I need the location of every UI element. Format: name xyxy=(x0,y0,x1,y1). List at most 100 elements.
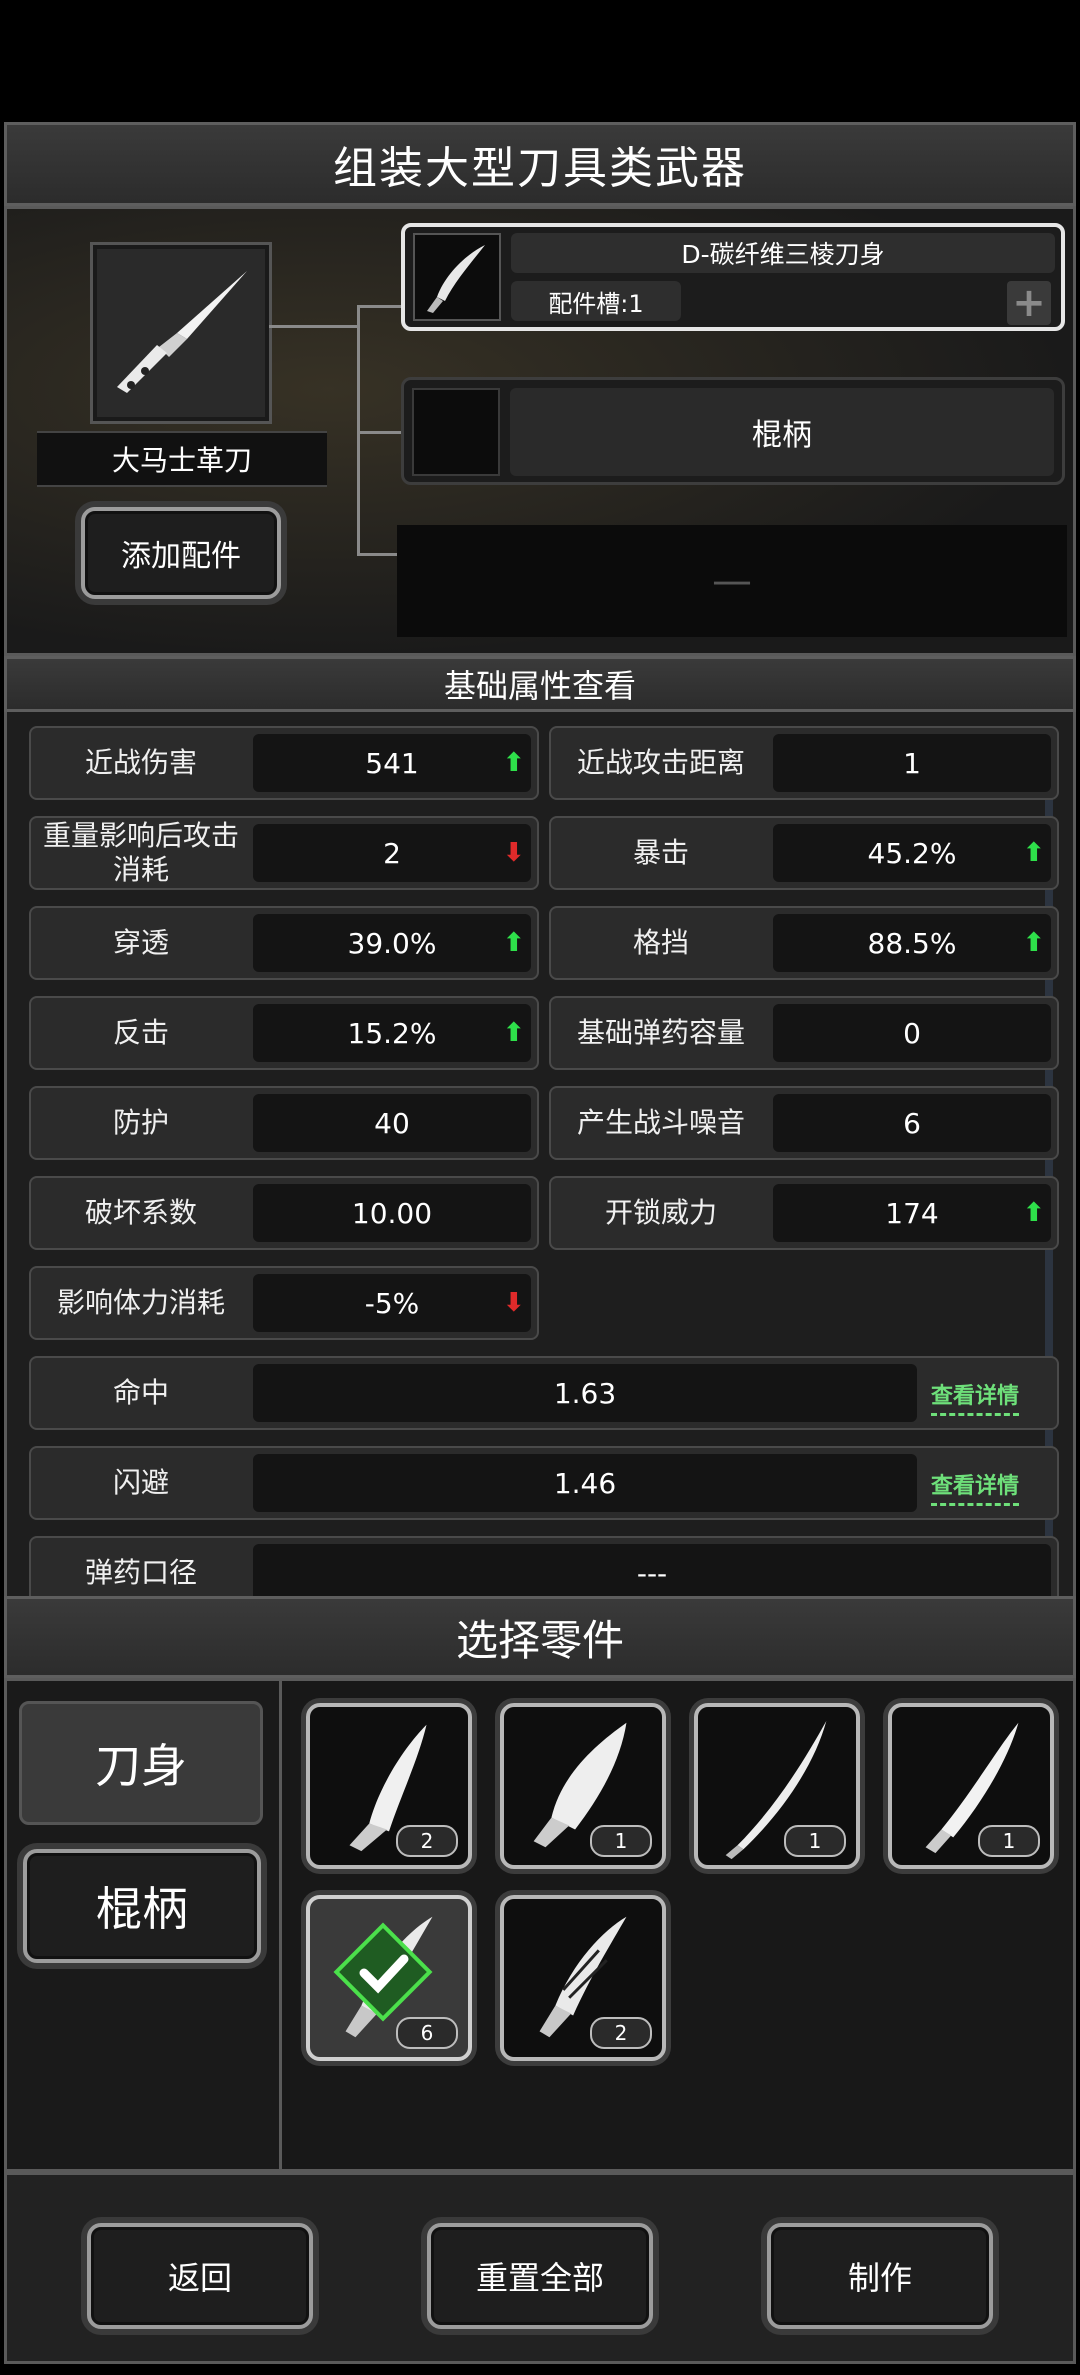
arrow-up-icon: ⬆ xyxy=(503,1018,525,1048)
wide-stat-row: 命中 1.63 查看详情 xyxy=(29,1356,1059,1430)
stat-label: 闪避 xyxy=(112,1466,169,1499)
craft-button[interactable]: 制作 xyxy=(767,2223,993,2329)
stat-value: 15.2% xyxy=(347,1016,437,1050)
weapon-portrait xyxy=(93,245,269,421)
stat-value-box: 45.2% xyxy=(773,824,1051,882)
stat-label: 重量影响后攻击消耗 xyxy=(42,819,239,886)
arrow-up-icon: ⬆ xyxy=(1023,1198,1045,1228)
wide-stat-row: 闪避 1.46 查看详情 xyxy=(29,1446,1059,1520)
feather-blade-icon xyxy=(427,245,485,313)
footer-bar: 返回 重置全部 制作 xyxy=(4,2172,1076,2364)
part-count-badge: 2 xyxy=(590,2017,652,2049)
plus-icon: + xyxy=(1012,280,1046,326)
stat-value: 1.46 xyxy=(553,1466,617,1500)
stat-row: 影响体力消耗 -5% ⬇ xyxy=(29,1266,539,1340)
stat-value-box: 1.63 xyxy=(253,1364,917,1422)
stat-value-box: -5% xyxy=(253,1274,531,1332)
stat-value: 541 xyxy=(365,746,419,780)
category-label: 棍柄 xyxy=(96,1882,188,1936)
stat-value: 39.0% xyxy=(347,926,437,960)
arrow-up-icon: ⬆ xyxy=(503,748,525,778)
select-parts-title: 选择零件 xyxy=(455,1615,624,1665)
part-slot-handle[interactable]: 棍柄 xyxy=(401,377,1065,485)
stat-value: 10.00 xyxy=(351,1196,433,1230)
add-parts-button[interactable]: 添加配件 xyxy=(81,507,281,599)
selected-check-icon xyxy=(333,1922,433,2022)
stat-value: 40 xyxy=(374,1106,410,1140)
part-option[interactable]: 1 xyxy=(888,1703,1054,1869)
stat-label: 防护 xyxy=(112,1106,169,1139)
back-label: 返回 xyxy=(167,2259,232,2297)
stat-row: 格挡 88.5% ⬆ xyxy=(549,906,1059,980)
stat-row: 近战攻击距离 1 xyxy=(549,726,1059,800)
stat-label: 开锁威力 xyxy=(604,1196,717,1229)
stats-header: 基础属性查看 xyxy=(4,656,1076,712)
connector-line xyxy=(357,431,401,434)
part-count-badge: 1 xyxy=(784,1825,846,1857)
stat-label: 反击 xyxy=(112,1016,169,1049)
stat-label: 弹药口径 xyxy=(84,1556,197,1589)
page-title-bar: 组装大型刀具类武器 xyxy=(4,122,1076,206)
slot-name-box: 棍柄 xyxy=(510,388,1054,476)
parts-grid: 2 1 1 1 6 2 xyxy=(282,1678,1076,2172)
part-slot-blade[interactable]: D-碳纤维三棱刀身 配件槽:1 + xyxy=(401,223,1065,331)
stat-label: 命中 xyxy=(112,1376,169,1409)
stat-row: 防护 40 xyxy=(29,1086,539,1160)
status-bar xyxy=(0,0,1080,122)
stat-value: 0 xyxy=(903,1016,921,1050)
add-accessory-button[interactable]: + xyxy=(1007,281,1051,325)
stat-row: 反击 15.2% ⬆ xyxy=(29,996,539,1070)
stat-value-box: 1 xyxy=(773,734,1051,792)
wide-stat-row: 弹药口径 --- xyxy=(29,1536,1059,1596)
reset-all-button[interactable]: 重置全部 xyxy=(427,2223,653,2329)
add-parts-label: 添加配件 xyxy=(121,539,241,574)
stats-title: 基础属性查看 xyxy=(443,667,636,705)
assembly-area: 大马士革刀 添加配件 D-碳纤维三棱刀身 配件槽:1 + 棍柄 — xyxy=(4,206,1076,656)
slot-info-box: 配件槽:1 xyxy=(511,281,681,321)
slot-thumbnail-empty xyxy=(412,388,500,476)
arrow-down-icon: ⬇ xyxy=(503,1288,525,1318)
category-panel: 刀身 棍柄 xyxy=(4,1678,282,2172)
stat-value: 174 xyxy=(885,1196,939,1230)
category-tab-blade[interactable]: 刀身 xyxy=(19,1701,263,1825)
part-count-badge: 2 xyxy=(396,1825,458,1857)
stat-label: 近战攻击距离 xyxy=(576,746,745,779)
part-option[interactable]: 2 xyxy=(306,1703,472,1869)
stat-row: 穿透 39.0% ⬆ xyxy=(29,906,539,980)
reset-label: 重置全部 xyxy=(475,2259,604,2297)
stat-value: 45.2% xyxy=(867,836,957,870)
slot-name: 棍柄 xyxy=(752,418,812,453)
stat-label: 暴击 xyxy=(632,836,689,869)
craft-label: 制作 xyxy=(847,2259,912,2297)
connector-line xyxy=(269,325,359,328)
stat-row: 重量影响后攻击消耗 2 ⬇ xyxy=(29,816,539,890)
category-tab-handle[interactable]: 棍柄 xyxy=(23,1849,261,1963)
part-count-badge: 1 xyxy=(978,1825,1040,1857)
stat-value: 88.5% xyxy=(867,926,957,960)
stat-value: 1 xyxy=(903,746,921,780)
arrow-up-icon: ⬆ xyxy=(1023,838,1045,868)
slot-thumbnail xyxy=(413,233,501,321)
stat-value-box: 174 xyxy=(773,1184,1051,1242)
stat-value-box: 10.00 xyxy=(253,1184,531,1242)
part-option[interactable]: 1 xyxy=(694,1703,860,1869)
category-label: 刀身 xyxy=(95,1739,187,1793)
part-option[interactable]: 2 xyxy=(500,1895,666,2061)
part-slot-locked: — xyxy=(397,525,1067,637)
stat-value-box: 40 xyxy=(253,1094,531,1152)
view-details-link[interactable]: 查看详情 xyxy=(931,1378,1020,1416)
stat-label: 破坏系数 xyxy=(84,1196,197,1229)
back-button[interactable]: 返回 xyxy=(87,2223,313,2329)
part-count-badge: 6 xyxy=(396,2017,458,2049)
stat-value-box: 0 xyxy=(773,1004,1051,1062)
stat-value-box: 6 xyxy=(773,1094,1051,1152)
stat-value-box: 1.46 xyxy=(253,1454,917,1512)
arrow-down-icon: ⬇ xyxy=(503,838,525,868)
weapon-name: 大马士革刀 xyxy=(111,444,252,477)
part-option[interactable]: 1 xyxy=(500,1703,666,1869)
stats-panel[interactable]: 近战伤害 541 ⬆ 近战攻击距离 1 重量影响后攻击消耗 2 ⬇ 暴击 45.… xyxy=(4,712,1076,1596)
view-details-link[interactable]: 查看详情 xyxy=(931,1468,1020,1506)
stat-row: 暴击 45.2% ⬆ xyxy=(549,816,1059,890)
stat-value-box: 39.0% xyxy=(253,914,531,972)
part-option[interactable]: 6 xyxy=(306,1895,472,2061)
